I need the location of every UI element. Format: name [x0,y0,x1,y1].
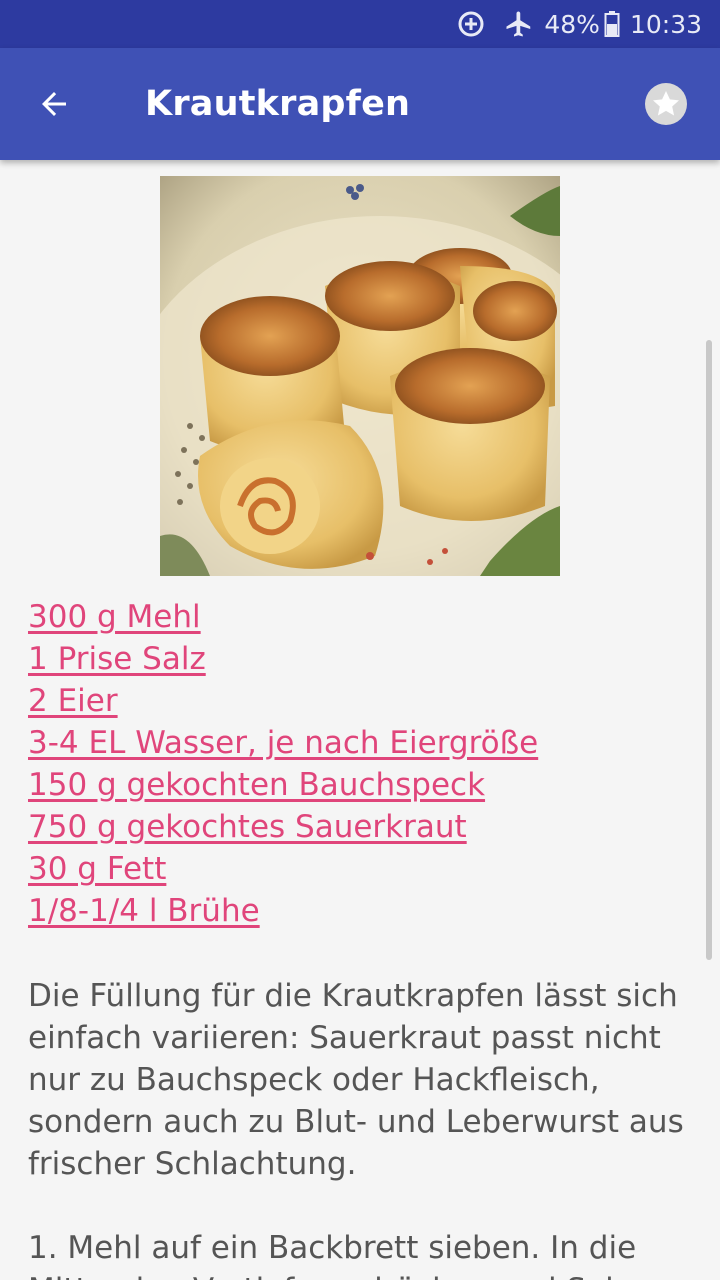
ingredient-link[interactable]: 300 g Mehl [28,596,538,638]
status-bar: 48% 10:33 [0,0,720,48]
arrow-back-icon [36,86,72,122]
airplane-mode-icon [504,9,534,39]
ingredient-link[interactable]: 1/8-1/4 l Brühe [28,890,538,932]
page-title: Krautkrapfen [145,84,411,124]
star-icon [642,80,690,128]
ingredient-link[interactable]: 2 Eier [28,680,538,722]
data-saver-icon [456,9,486,39]
ingredient-link[interactable]: 1 Prise Salz [28,638,538,680]
recipe-photo [120,176,640,636]
recipe-content[interactable]: 300 g Mehl 1 Prise Salz 2 Eier 3-4 EL Wa… [0,160,720,1280]
ingredient-link[interactable]: 750 g gekochtes Sauerkraut [28,806,538,848]
status-icons: 48% 10:33 [456,0,702,48]
battery-percent: 48% [544,9,600,39]
favorite-button[interactable] [642,80,690,128]
recipe-description: Die Füllung für die Krautkrapfen lässt s… [28,978,684,1182]
back-button[interactable] [26,76,82,132]
battery-icon [604,10,620,38]
ingredient-link[interactable]: 30 g Fett [28,848,538,890]
clock: 10:33 [629,9,702,39]
app-bar: Krautkrapfen [0,48,720,160]
scrollbar[interactable] [706,340,712,960]
recipe-step: 1. Mehl auf ein Backbrett sieben. In die… [28,1230,637,1280]
ingredient-link[interactable]: 150 g gekochten Bauchspeck [28,764,538,806]
ingredient-list: 300 g Mehl 1 Prise Salz 2 Eier 3-4 EL Wa… [28,596,538,932]
ingredient-link[interactable]: 3-4 EL Wasser, je nach Eiergröße [28,722,538,764]
